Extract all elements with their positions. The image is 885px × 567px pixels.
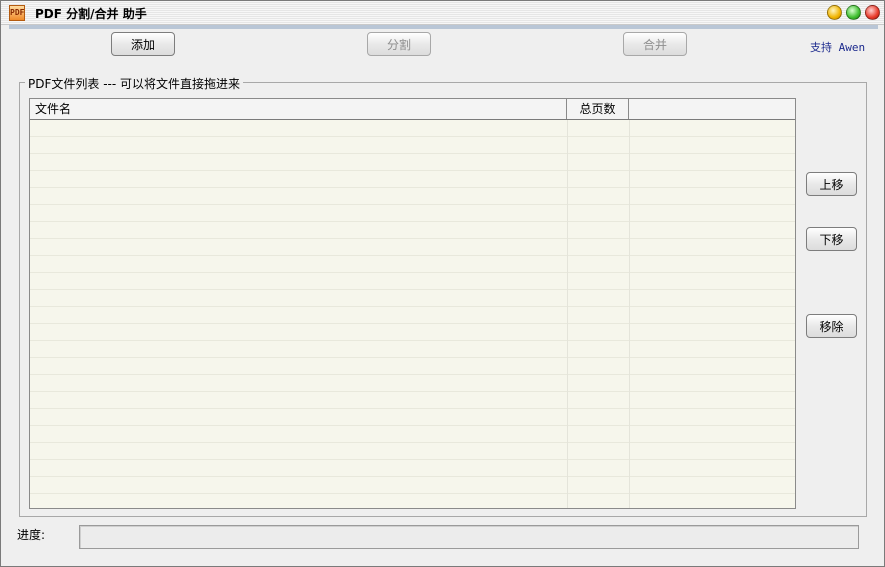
progress-label: 进度:: [17, 528, 46, 542]
support-link[interactable]: 支持 Awen: [810, 39, 865, 55]
app-window: PDF PDF 分割/合并 助手 添加 分割 合并 支持 Awen PDF文件列…: [0, 0, 885, 567]
column-header-page-count[interactable]: 总页数: [567, 99, 629, 119]
title-divider: [9, 25, 878, 29]
file-list-body[interactable]: [30, 120, 795, 508]
close-icon[interactable]: [865, 5, 880, 20]
add-button[interactable]: 添加: [111, 32, 175, 56]
merge-button[interactable]: 合并: [623, 32, 687, 56]
column-divider: [629, 120, 630, 508]
title-bar[interactable]: PDF PDF 分割/合并 助手: [1, 1, 884, 25]
move-up-button[interactable]: 上移: [806, 172, 857, 196]
app-icon: PDF: [9, 5, 25, 21]
file-list-header: 文件名 总页数: [30, 99, 795, 120]
column-divider: [567, 120, 568, 508]
minimize-icon[interactable]: [827, 5, 842, 20]
file-list-group-title: PDF文件列表 --- 可以将文件直接拖进来: [25, 75, 243, 92]
maximize-icon[interactable]: [846, 5, 861, 20]
window-title: PDF 分割/合并 助手: [35, 7, 147, 21]
column-header-filename[interactable]: 文件名: [30, 99, 567, 119]
move-down-button[interactable]: 下移: [806, 227, 857, 251]
file-list[interactable]: 文件名 总页数: [29, 98, 796, 509]
split-button[interactable]: 分割: [367, 32, 431, 56]
progress-bar: [79, 525, 859, 549]
remove-button[interactable]: 移除: [806, 314, 857, 338]
